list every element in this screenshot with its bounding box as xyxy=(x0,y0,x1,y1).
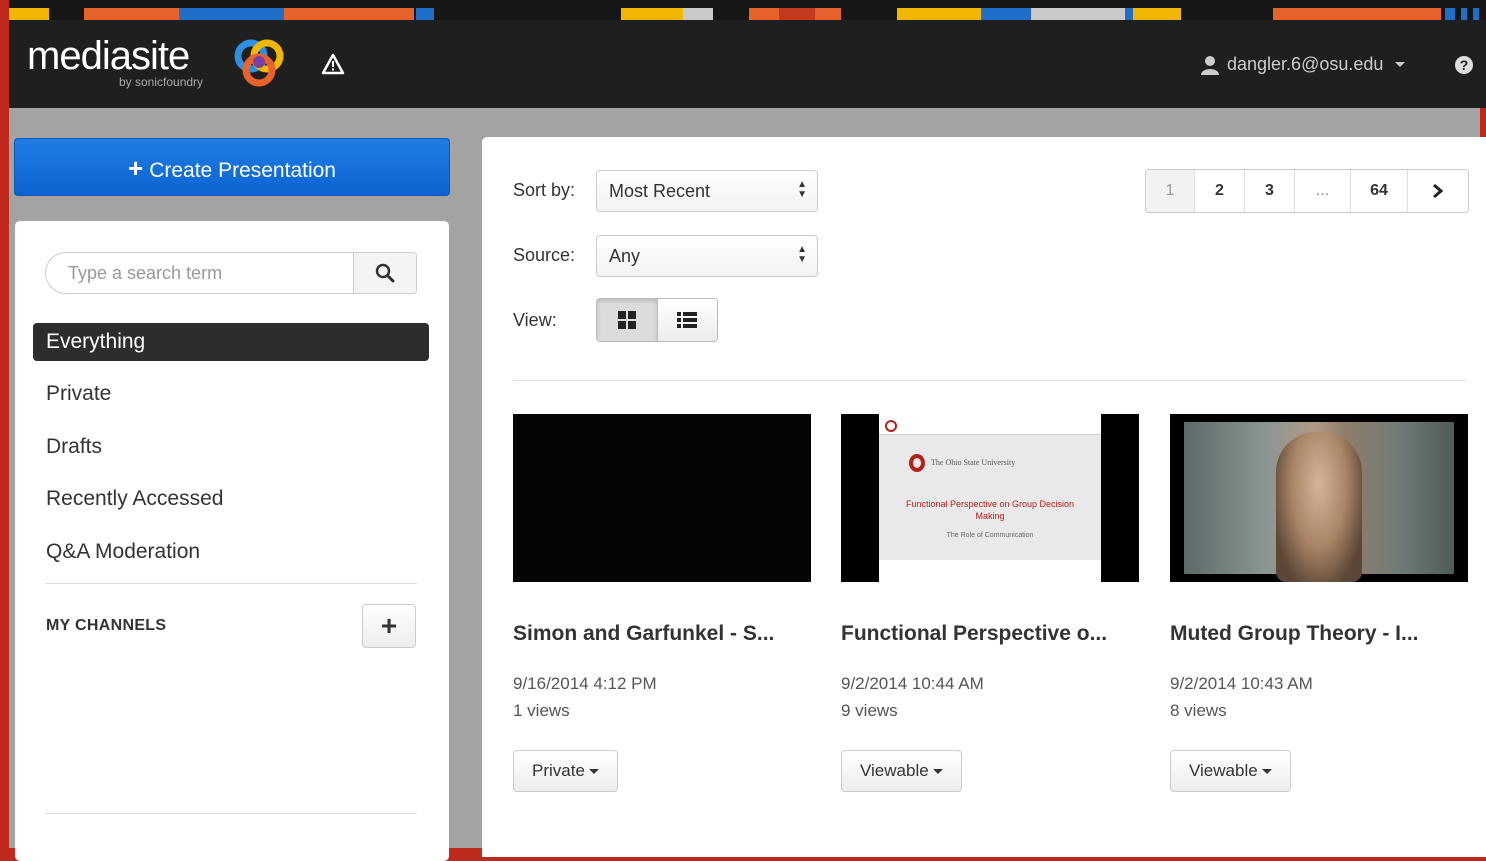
search-input[interactable] xyxy=(46,253,356,293)
brand-color-bar xyxy=(9,0,1486,20)
status-label: Viewable xyxy=(1189,761,1258,780)
presentation-thumbnail[interactable]: The Ohio State University Functional Per… xyxy=(841,414,1139,582)
create-presentation-button[interactable]: + Create Presentation xyxy=(14,138,450,196)
presentation-date: 9/16/2014 4:12 PM xyxy=(513,674,657,693)
presentation-views: 9 views xyxy=(841,701,898,720)
page-3[interactable]: 3 xyxy=(1245,170,1295,212)
status-dropdown-button[interactable]: Viewable xyxy=(1170,750,1291,792)
grid-icon xyxy=(617,311,636,329)
sidebar-item-recently-accessed[interactable]: Recently Accessed xyxy=(33,480,429,518)
source-select[interactable]: Any ▲ ▼ xyxy=(596,235,818,277)
caret-down-icon xyxy=(932,769,943,775)
status-dropdown-button[interactable]: Viewable xyxy=(841,750,962,792)
page-64[interactable]: 64 xyxy=(1351,170,1408,212)
slide-preview: The Ohio State University Functional Per… xyxy=(879,414,1101,582)
presentation-date: 9/2/2014 10:44 AM xyxy=(841,674,984,693)
user-menu[interactable]: dangler.6@osu.edu xyxy=(1201,54,1406,75)
help-icon[interactable]: ? xyxy=(1455,56,1473,74)
chevron-down-icon xyxy=(1395,62,1406,67)
select-arrows-icon: ▲ ▼ xyxy=(797,244,807,265)
presentation-title[interactable]: Functional Perspective o... xyxy=(841,622,1139,646)
caret-down-icon xyxy=(1261,769,1272,775)
window-frame-left xyxy=(0,0,9,848)
page-ellipsis: ... xyxy=(1295,170,1351,212)
sort-select[interactable]: Most Recent ▲ ▼ xyxy=(596,170,818,212)
user-icon xyxy=(1201,55,1219,75)
my-channels-heading: MY CHANNELS xyxy=(46,617,167,634)
sidebar-item-drafts[interactable]: Drafts xyxy=(33,428,429,466)
list-icon xyxy=(677,312,698,328)
sort-label: Sort by: xyxy=(513,180,576,200)
presentation-views: 8 views xyxy=(1170,701,1227,720)
user-email: dangler.6@osu.edu xyxy=(1227,54,1384,74)
presentation-thumbnail[interactable] xyxy=(513,414,811,582)
presentation-thumbnail[interactable] xyxy=(1170,414,1468,582)
sidebar-item-everything[interactable]: Everything xyxy=(33,323,429,361)
sidebar-divider xyxy=(45,813,417,814)
sidebar-item-qa-moderation[interactable]: Q&A Moderation xyxy=(33,533,429,571)
pagination: 1 2 3 ... 64 xyxy=(1145,169,1469,213)
presentation-title[interactable]: Muted Group Theory - I... xyxy=(1170,622,1468,646)
select-arrows-icon: ▲ ▼ xyxy=(797,179,807,200)
chevron-right-icon xyxy=(1433,183,1444,199)
create-presentation-label: Create Presentation xyxy=(149,159,336,182)
status-label: Viewable xyxy=(860,761,929,780)
logo-text: mediasite xyxy=(27,34,190,78)
caret-down-icon xyxy=(588,769,599,775)
presentation-date: 9/2/2014 10:43 AM xyxy=(1170,674,1313,693)
sidebar: Everything Private Drafts Recently Acces… xyxy=(15,221,449,861)
search-box xyxy=(45,252,417,294)
add-channel-button[interactable]: + xyxy=(362,604,416,648)
sort-value: Most Recent xyxy=(609,181,711,201)
sidebar-divider xyxy=(45,583,417,584)
logo-mark-icon xyxy=(231,36,287,97)
page-2[interactable]: 2 xyxy=(1195,170,1245,212)
list-view-button[interactable] xyxy=(657,299,717,341)
search-button[interactable] xyxy=(353,253,416,293)
slide-subheading: The Role of Communication xyxy=(946,532,1034,539)
view-label: View: xyxy=(513,310,557,330)
view-toggle xyxy=(596,298,718,342)
source-label: Source: xyxy=(513,245,576,265)
presentation-views: 1 views xyxy=(513,701,570,720)
plus-icon: + xyxy=(128,153,144,183)
next-page-button[interactable] xyxy=(1408,170,1468,212)
grid-view-button[interactable] xyxy=(597,299,658,341)
main-panel: Sort by: Most Recent ▲ ▼ Source: Any ▲ ▼ V… xyxy=(482,137,1486,857)
plus-icon: + xyxy=(380,610,398,641)
source-value: Any xyxy=(609,246,641,266)
top-header: mediasite by sonicfoundry dangler.6@osu.… xyxy=(9,20,1486,108)
status-dropdown-button[interactable]: Private xyxy=(513,750,618,792)
logo-subtitle: by sonicfoundry xyxy=(119,75,204,89)
page-1[interactable]: 1 xyxy=(1146,170,1195,212)
presentation-title[interactable]: Simon and Garfunkel - S... xyxy=(513,622,811,646)
search-icon xyxy=(375,263,395,283)
slide-university: The Ohio State University xyxy=(931,458,1016,467)
content-divider xyxy=(513,380,1467,381)
sidebar-item-private[interactable]: Private xyxy=(33,375,429,413)
warning-icon[interactable] xyxy=(321,53,345,80)
video-frame-image xyxy=(1184,422,1454,582)
slide-heading: Functional Perspective on Group Decision… xyxy=(905,499,1075,521)
status-label: Private xyxy=(532,761,585,780)
